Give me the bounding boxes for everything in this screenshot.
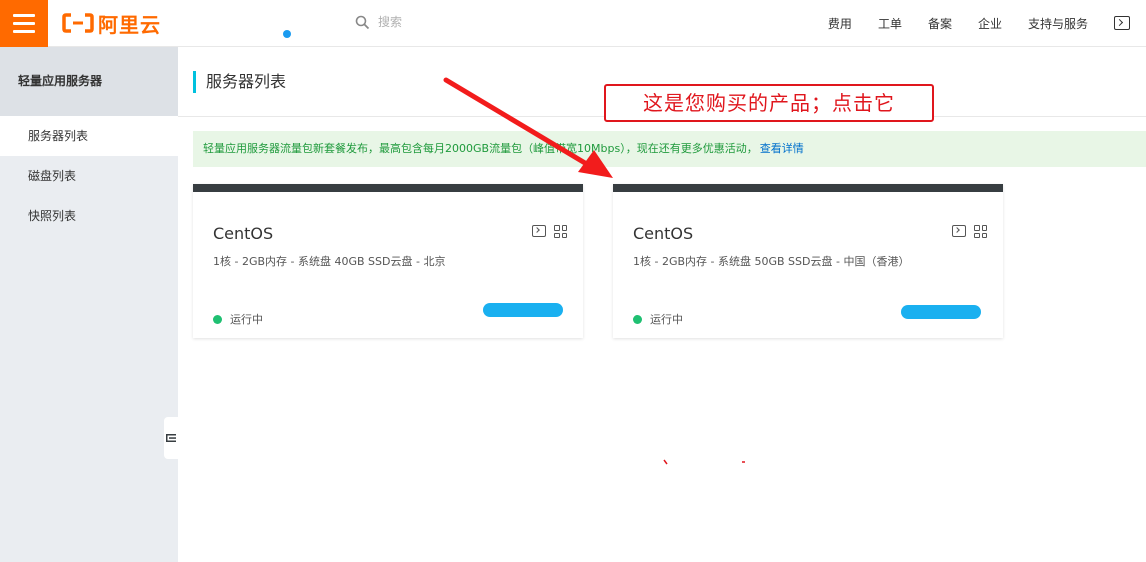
search-icon — [355, 15, 370, 29]
terminal-icon[interactable] — [1114, 16, 1130, 30]
nav-tickets[interactable]: 工单 — [878, 15, 902, 32]
server-os: CentOS — [213, 224, 274, 243]
sidebar-item-snapshot-list[interactable]: 快照列表 — [0, 196, 178, 236]
server-card[interactable]: CentOS 1核 - 2GB内存 - 系统盘 50GB SSD云盘 - 中国（… — [613, 184, 1003, 338]
status-label: 运行中 — [650, 313, 683, 326]
aliyun-logo-icon — [62, 13, 94, 33]
app-grid-icon[interactable] — [554, 225, 567, 238]
nav-billing[interactable]: 费用 — [828, 15, 852, 32]
collapse-icon — [166, 434, 176, 442]
card-actions — [532, 225, 567, 238]
nav-enterprise[interactable]: 企业 — [978, 15, 1002, 32]
running-status-icon — [213, 314, 222, 324]
sidebar-collapse-handle[interactable] — [164, 417, 178, 459]
server-os: CentOS — [633, 224, 694, 243]
app-grid-icon[interactable] — [974, 225, 987, 238]
server-status: 运行中 — [633, 311, 683, 327]
logo[interactable]: 阿里云 — [62, 10, 161, 37]
server-spec: 1核 - 2GB内存 - 系统盘 50GB SSD云盘 - 中国（香港） — [633, 255, 910, 268]
search-box[interactable] — [355, 12, 578, 32]
annotation-callout: 这是您购买的产品；点击它 — [604, 84, 934, 122]
menu-icon[interactable] — [0, 0, 48, 47]
sidebar-item-server-list[interactable]: 服务器列表 — [0, 116, 178, 156]
brand-name: 阿里云 — [98, 12, 161, 37]
server-card[interactable]: CentOS 1核 - 2GB内存 - 系统盘 40GB SSD云盘 - 北京 … — [193, 184, 583, 338]
status-label: 运行中 — [230, 313, 263, 326]
redacted-ip — [483, 303, 563, 317]
notice-text: 轻量应用服务器流量包新套餐发布，最高包含每月2000GB流量包（峰值带宽10Mb… — [203, 142, 758, 155]
top-nav: 费用 工单 备案 企业 支持与服务 — [828, 0, 1130, 46]
sidebar-item-disk-list[interactable]: 磁盘列表 — [0, 156, 178, 196]
card-actions — [952, 225, 987, 238]
running-status-icon — [633, 314, 642, 324]
page-title: 服务器列表 — [193, 71, 286, 93]
nav-support[interactable]: 支持与服务 — [1028, 15, 1088, 32]
promo-notice: 轻量应用服务器流量包新套餐发布，最高包含每月2000GB流量包（峰值带宽10Mb… — [193, 131, 1146, 167]
search-input[interactable] — [378, 15, 578, 29]
remote-connect-icon[interactable] — [532, 225, 546, 237]
notice-details-link[interactable]: 查看详情 — [760, 142, 804, 155]
nav-icp-filing[interactable]: 备案 — [928, 15, 952, 32]
top-bar: 阿里云 费用 工单 备案 企业 支持与服务 — [0, 0, 1146, 47]
sidebar-title: 轻量应用服务器 — [0, 47, 178, 116]
sidebar: 轻量应用服务器 服务器列表 磁盘列表 快照列表 — [0, 47, 178, 562]
server-spec: 1核 - 2GB内存 - 系统盘 40GB SSD云盘 - 北京 — [213, 255, 446, 268]
redacted-ip — [901, 305, 981, 319]
server-status: 运行中 — [213, 311, 263, 327]
remote-connect-icon[interactable] — [952, 225, 966, 237]
notification-dot — [283, 30, 291, 38]
